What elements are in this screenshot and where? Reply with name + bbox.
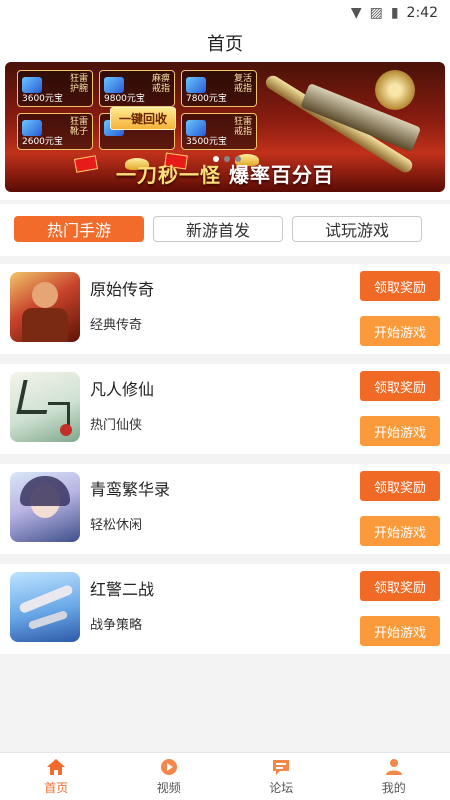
game-thumbnail[interactable] xyxy=(10,272,80,342)
game-title: 凡人修仙 xyxy=(90,380,155,399)
game-tag: 经典传奇 xyxy=(90,318,143,333)
home-icon xyxy=(45,757,67,777)
game-title: 原始传奇 xyxy=(90,280,155,299)
tab-label: 首页 xyxy=(44,781,69,795)
category-tabs: 热门手游 新游首发 试玩游戏 xyxy=(0,204,450,256)
tab-home[interactable]: 首页 xyxy=(0,753,113,800)
game-thumbnail[interactable] xyxy=(10,472,80,542)
game-item: 红警二战 战争策略 领取奖励 开始游戏 xyxy=(0,564,450,654)
game-tag: 轻松休闲 xyxy=(90,518,143,533)
bottom-tab-bar: 首页 视频 论坛 我的 xyxy=(0,752,450,800)
axe-icon xyxy=(375,70,415,110)
play-circle-icon xyxy=(158,757,180,777)
tab-profile[interactable]: 我的 xyxy=(338,753,450,800)
status-bar: ▼ ▨ ▮ 2:42 xyxy=(0,0,450,26)
banner-item: 复活 戒指 7800元宝 xyxy=(181,70,257,107)
banner-item: 狂雷 戒指 3500元宝 xyxy=(181,113,257,150)
banner-item: 麻痹 戒指 9800元宝 xyxy=(99,70,175,107)
tab-label: 论坛 xyxy=(269,781,294,795)
start-game-button[interactable]: 开始游戏 xyxy=(360,416,440,446)
game-title: 青鸾繁华录 xyxy=(90,480,171,499)
claim-reward-button[interactable]: 领取奖励 xyxy=(360,471,440,501)
game-item: 青鸾繁华录 轻松休闲 领取奖励 开始游戏 xyxy=(0,464,450,554)
no-sim-icon: ▨ xyxy=(369,5,383,21)
banner-item: 狂雷 护腕 3600元宝 xyxy=(17,70,93,107)
game-tag: 热门仙侠 xyxy=(90,418,143,433)
game-item: 原始传奇 经典传奇 领取奖励 开始游戏 xyxy=(0,264,450,354)
game-thumbnail[interactable] xyxy=(10,372,80,442)
game-tag: 战争策略 xyxy=(90,618,143,633)
start-game-button[interactable]: 开始游戏 xyxy=(360,316,440,346)
wifi-icon: ▼ xyxy=(350,5,362,21)
banner-slogan: 一刀秒一怪 爆率百分百 xyxy=(116,163,334,187)
tab-new-games[interactable]: 新游首发 xyxy=(153,216,283,242)
tab-hot-games[interactable]: 热门手游 xyxy=(14,216,144,242)
claim-reward-button[interactable]: 领取奖励 xyxy=(360,271,440,301)
status-time: 2:42 xyxy=(406,5,438,21)
tab-trial-games[interactable]: 试玩游戏 xyxy=(292,216,422,242)
promo-banner[interactable]: 狂雷 护腕 3600元宝 麻痹 戒指 9800元宝 复活 戒指 7800元宝 狂雷 靴子… xyxy=(5,62,445,192)
claim-reward-button[interactable]: 领取奖励 xyxy=(360,571,440,601)
game-item: 凡人修仙 热门仙侠 领取奖励 开始游戏 xyxy=(0,364,450,454)
game-title: 红警二战 xyxy=(90,580,155,599)
banner-item: 狂雷 靴子 2600元宝 xyxy=(17,113,93,150)
tab-label: 视频 xyxy=(156,781,181,795)
page-title: 首页 xyxy=(207,34,243,55)
claim-reward-button[interactable]: 领取奖励 xyxy=(360,371,440,401)
game-thumbnail[interactable] xyxy=(10,572,80,642)
chat-bubble-icon xyxy=(270,757,292,777)
start-game-button[interactable]: 开始游戏 xyxy=(360,616,440,646)
start-game-button[interactable]: 开始游戏 xyxy=(360,516,440,546)
recycle-badge: 一键回收 xyxy=(110,107,177,130)
tab-label: 我的 xyxy=(381,781,406,795)
page-header: 首页 xyxy=(0,26,450,60)
battery-icon: ▮ xyxy=(390,5,399,21)
tab-video[interactable]: 视频 xyxy=(113,753,226,800)
tab-forum[interactable]: 论坛 xyxy=(225,753,338,800)
game-list: 原始传奇 经典传奇 领取奖励 开始游戏 凡人修仙 热门仙侠 领取奖励 开始游戏 … xyxy=(0,264,450,654)
user-icon xyxy=(383,757,405,777)
banner-container: 狂雷 护腕 3600元宝 麻痹 戒指 9800元宝 复活 戒指 7800元宝 狂雷 靴子… xyxy=(0,60,450,200)
